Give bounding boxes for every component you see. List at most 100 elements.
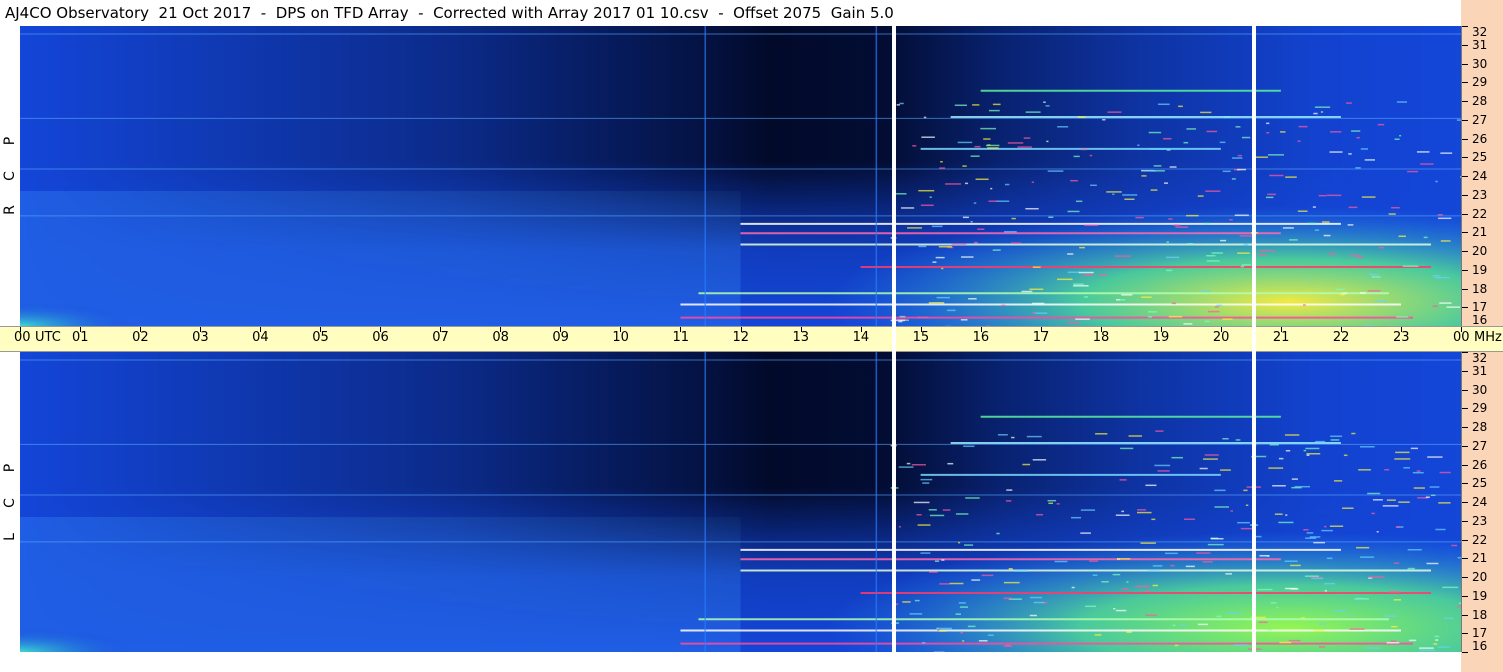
spectrogram-speckle [1386,499,1396,501]
spectrogram-speckle [1101,581,1109,583]
spectrogram-speckle [1166,241,1170,243]
spectrogram-speckle [899,102,904,105]
spectrogram-speckle [1022,463,1031,466]
spectrogram-speckle [1204,454,1219,456]
spectrogram-speckle [974,145,981,148]
spectrogram-speckle [1010,242,1022,244]
spectrogram-speckle [934,560,940,562]
spectrogram-speckle [1301,617,1305,619]
spectrogram-speckle [929,514,945,517]
spectrogram-speckle [1349,628,1365,630]
spectrogram-speckle [1388,213,1396,215]
mhz-tick-mark [1462,520,1468,522]
spectrogram-speckle [1290,588,1299,590]
spectrogram-speckle [1326,557,1333,560]
spectrogram-speckle [1241,136,1251,139]
utc-unit-label: UTC [35,330,61,345]
spectrogram-speckle [1284,434,1300,436]
spectrogram-speckle [1171,456,1184,459]
mhz-tick-mark [1462,251,1468,252]
spectrogram-speckle [1166,149,1171,151]
spectrogram-speckle [964,182,969,185]
spectrogram-speckle [898,466,914,468]
spectrogram-speckle [1136,511,1152,514]
band-line [20,443,1461,445]
spectrogram-speckle [1197,195,1204,197]
spectrogram-speckle [1440,240,1451,242]
spectrogram-speckle [939,627,953,630]
spectrogram-speckle [1203,458,1218,460]
spectrogram-speckle [1112,573,1121,576]
spectrogram-speckle [1135,216,1144,219]
spectrogram-speckle [1126,581,1129,583]
utc-tick-label: 15 [912,330,930,345]
spectrogram-speckle [990,187,993,190]
spectrogram-speckle [1235,439,1241,441]
spectrogram-speckle [1324,525,1327,528]
spectrogram-speckle [1420,163,1434,165]
spectrogram-speckle [1031,311,1036,314]
spectrogram-speckle [1094,634,1102,636]
utc-tick-label: 17 [1032,330,1050,345]
spectrogram-speckle [1148,311,1157,313]
spectrogram-speckle [962,165,967,167]
spectrogram-speckle [957,141,973,144]
spectrogram-speckle [1187,243,1193,245]
spectrogram-speckle [1306,454,1310,456]
spectrogram-speckle [936,296,950,299]
mhz-tick-mark [1462,502,1468,503]
spectrogram-speckle [958,541,961,544]
spectrogram-speckle [1084,296,1089,298]
spectrogram-speckle [1371,276,1381,278]
mhz-tick-mark [1462,370,1468,372]
spectrogram-speckle [1021,290,1033,293]
spectrogram-speckle [1254,156,1268,158]
spectrogram-speckle [1278,521,1294,524]
spectrogram-left-glow [20,26,1461,326]
spectrogram-speckle [1005,500,1012,502]
mhz-tick-label: 21 [1472,551,1488,566]
spectrogram-speckle [992,249,1001,251]
lcp-mhz-axis: 16 17 18 19 20 21 22 23 24 25 26 27 28 29 30 31 32 [1461,352,1503,653]
spectrogram-speckle [1351,130,1361,132]
spectrogram-speckle [1107,111,1122,113]
mhz-tick-mark [1462,633,1468,635]
spectrogram-speckle [960,631,964,634]
spectrogram-speckle [954,104,967,107]
spectrogram-speckle [1334,480,1343,482]
spectrogram-speckle [1004,183,1010,186]
spectrogram-speckle [1413,487,1425,489]
spectrogram-speckle [1282,227,1294,229]
spectrogram-speckle [918,245,927,248]
spectrogram-speckle [1141,175,1147,177]
rfi-streak [860,592,1431,594]
spectrogram-speckle [1343,454,1348,457]
spectrogram-speckle [1054,560,1068,563]
spectrogram-speckle [1168,218,1173,220]
spectrogram-speckle [1354,598,1369,600]
spectrogram-speckle [967,625,976,628]
spectrogram-speckle [1322,221,1330,223]
spectrogram-speckle [1442,586,1459,589]
spectrogram-speckle [1437,213,1443,216]
mhz-tick-label: 24 [1472,169,1488,183]
mhz-tick-mark [1462,44,1468,46]
mhz-tick-mark [1462,352,1468,353]
spectrogram-speckle [1266,122,1270,125]
spectrogram-speckle [1266,132,1270,134]
spectrogram-speckle [932,261,937,263]
spectrogram-speckle [1289,239,1298,241]
spectrogram-speckle [1222,318,1233,320]
spectrogram-speckle [1090,184,1097,187]
spectrogram-speckle [1326,194,1342,197]
spectrogram-speckle [1351,432,1356,435]
spectrogram-speckle [1382,505,1399,507]
spectrogram-speckle [1073,283,1084,285]
spectrogram-speckle [1347,224,1354,226]
spectrogram-speckle [1402,265,1419,267]
spectrogram-speckle [1276,606,1279,609]
utc-tick-label: 07 [432,330,449,345]
spectrogram-speckle [1412,471,1424,474]
band-line [20,33,1461,35]
spectrogram-speckle [1291,478,1298,480]
